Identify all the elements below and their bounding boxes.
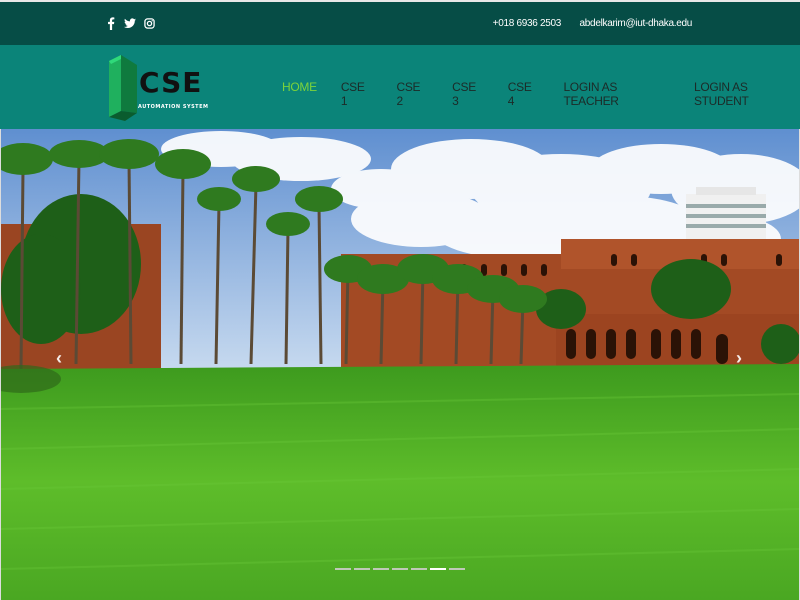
nav-login-student[interactable]: LOGIN AS STUDENT [694,80,800,108]
twitter-icon[interactable] [124,17,136,30]
main-navbar: CSE AUTOMATION SYSTEM HOME CSE 1 CSE 2 C… [0,45,800,129]
slider-dot[interactable] [449,568,465,570]
site-logo[interactable]: CSE AUTOMATION SYSTEM [107,55,208,121]
campus-photo [1,129,799,600]
slider-prev-arrow[interactable]: ‹ [56,348,62,369]
email-address[interactable]: abdelkarim@iut-dhaka.edu [580,18,693,29]
slider-dot[interactable] [335,568,351,570]
slider-dot[interactable] [430,568,446,570]
slider-next-arrow[interactable]: › [736,348,742,369]
primary-navigation: HOME CSE 1 CSE 2 CSE 3 CSE 4 LOGIN AS TE… [282,80,800,108]
slider-dot[interactable] [411,568,427,570]
social-links [106,17,155,30]
hero-slider: ‹ › [0,129,800,600]
nav-cse-2[interactable]: CSE 2 [396,80,428,108]
top-bar: +018 6936 2503 abdelkarim@iut-dhaka.edu [0,0,800,45]
nav-home[interactable]: HOME [282,80,317,108]
slider-dot[interactable] [373,568,389,570]
instagram-icon[interactable] [144,17,155,30]
contact-info: +018 6936 2503 abdelkarim@iut-dhaka.edu [492,18,693,29]
nav-login-teacher[interactable]: LOGIN AS TEACHER [563,80,670,108]
logo-subtitle: AUTOMATION SYSTEM [138,104,209,110]
phone-number: +018 6936 2503 [492,18,562,29]
nav-cse-1[interactable]: CSE 1 [341,80,373,108]
nav-cse-4[interactable]: CSE 4 [508,80,540,108]
nav-cse-3[interactable]: CSE 3 [452,80,484,108]
logo-title: CSE [139,66,203,99]
facebook-icon[interactable] [106,17,116,30]
book-logo-icon [109,55,137,121]
slider-indicators [335,568,465,570]
slider-dot[interactable] [354,568,370,570]
slider-dot[interactable] [392,568,408,570]
